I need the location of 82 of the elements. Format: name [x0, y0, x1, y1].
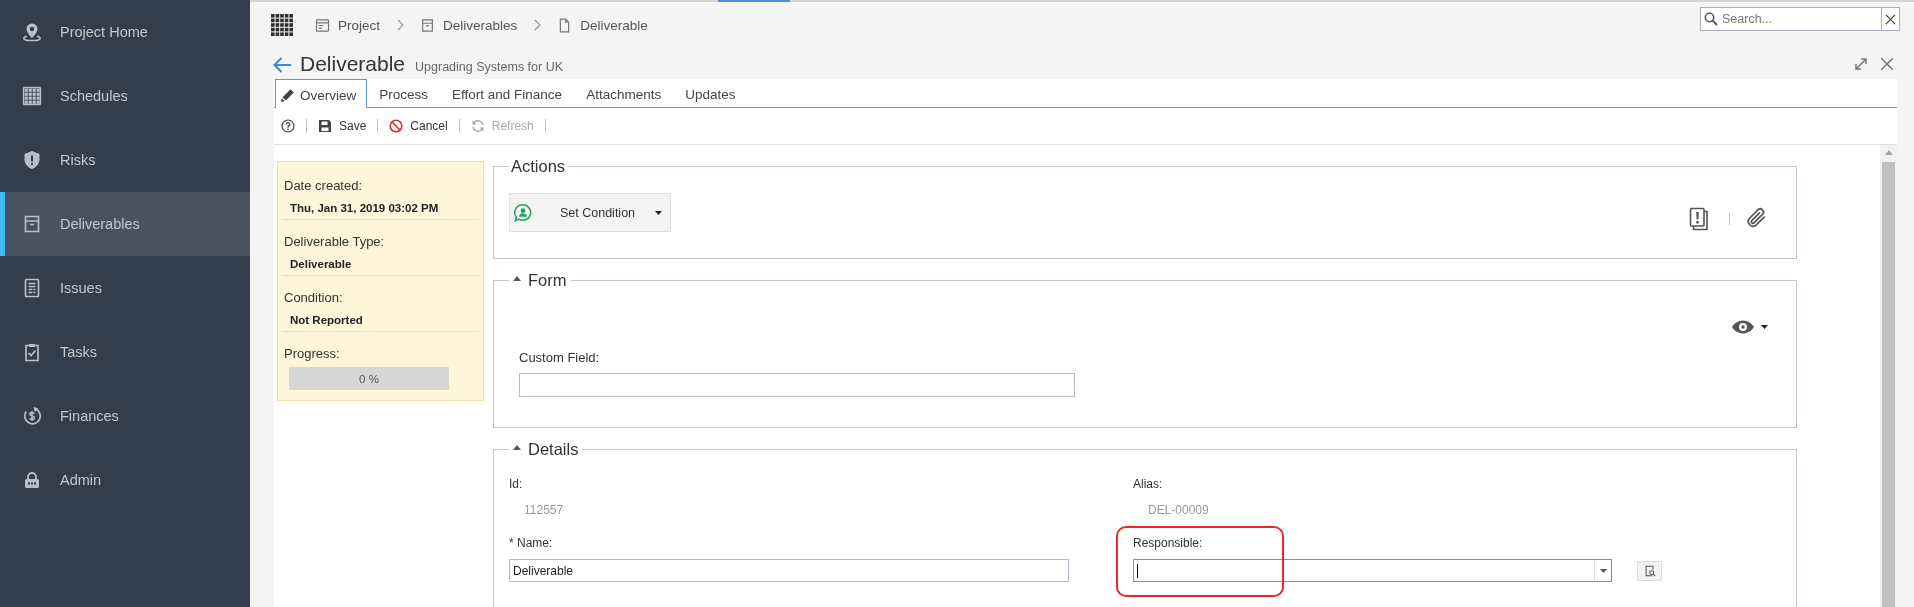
eye-icon[interactable] [1731, 320, 1755, 334]
loading-indicator [718, 0, 790, 2]
scrollbar[interactable] [1880, 145, 1897, 607]
paperclip-icon[interactable] [1745, 207, 1768, 230]
field-label: Alias: [1133, 476, 1163, 492]
breadcrumb-link[interactable]: Deliverable [557, 17, 648, 33]
refresh-icon [470, 119, 485, 133]
app-grid-icon[interactable] [271, 14, 293, 36]
field-value: DEL-00009 [1148, 502, 1209, 518]
section-toggle[interactable]: Form [511, 270, 569, 290]
chevron-icon [396, 19, 405, 31]
lookup-button[interactable] [1637, 560, 1662, 581]
window-lines-icon [315, 17, 330, 33]
section-toggle[interactable]: Details [511, 439, 581, 459]
chat-person-icon [513, 202, 533, 223]
caret-icon[interactable] [1761, 325, 1768, 329]
clear-search-button[interactable] [1882, 7, 1900, 31]
cancel-icon [389, 119, 404, 133]
padlock-icon [22, 470, 42, 490]
toolbar-button[interactable]: Cancel [389, 119, 448, 133]
field-value: Deliverable [290, 257, 352, 272]
chevron-icon [533, 19, 542, 31]
page-title: Deliverable [300, 51, 406, 76]
caret-icon[interactable] [1599, 568, 1607, 573]
field-label: * Name: [509, 535, 553, 551]
close-icon [1885, 13, 1896, 25]
help-button[interactable] [281, 119, 295, 133]
sidebar-item[interactable]: Project Home [0, 0, 250, 64]
breadcrumb-link[interactable]: Project [315, 17, 381, 33]
tab[interactable]: Overview [275, 79, 368, 108]
field-label: Responsible: [1133, 535, 1203, 551]
text-cursor [1137, 563, 1138, 578]
sidebar-item[interactable]: Deliverables [0, 192, 250, 256]
section-title: Actions [511, 157, 566, 175]
archive-box-icon [22, 214, 42, 234]
field-label: Condition: [284, 289, 343, 307]
sidebar-item[interactable]: Issues [0, 256, 250, 320]
caret-icon [655, 210, 662, 215]
dollar-cycle-icon [22, 406, 42, 426]
sidebar-item[interactable]: Finances [0, 384, 250, 448]
sidebar-item[interactable]: Schedules [0, 64, 250, 128]
toolbar-button[interactable]: Save [318, 119, 367, 133]
calendar-grid-icon [22, 86, 42, 106]
progress-reading: 0 % [359, 372, 379, 385]
page-subtitle: Upgrading Systems for UK [415, 60, 564, 74]
field-label: Progress: [284, 345, 340, 363]
archive-box-icon [420, 17, 436, 33]
sidebar-item[interactable]: Admin [0, 448, 250, 512]
field-label: Date created: [284, 177, 363, 195]
clipboard-check-icon [22, 342, 42, 362]
text-input[interactable]: Deliverable [509, 559, 1069, 582]
help-icon [281, 119, 295, 133]
set-condition-button[interactable]: Set Condition [509, 193, 671, 232]
search-field[interactable]: Search... [1700, 7, 1882, 31]
pencil-icon [280, 87, 295, 103]
alert-document-icon[interactable] [1689, 206, 1709, 231]
lookup-icon [1643, 564, 1656, 577]
tab[interactable]: Effort and Finance [440, 80, 575, 108]
text-input[interactable] [519, 373, 1075, 397]
shield-icon [22, 150, 42, 170]
field-label: Custom Field: [519, 349, 600, 367]
back-arrow-icon[interactable] [272, 56, 292, 74]
save-icon [318, 119, 332, 133]
dropdown-field[interactable] [1133, 559, 1612, 582]
field-value: Not Reported [290, 313, 363, 328]
sidebar-item[interactable]: Risks [0, 128, 250, 192]
field-label: Id: [509, 476, 523, 492]
field-label: Deliverable Type: [284, 233, 385, 251]
search-icon [1704, 12, 1718, 26]
scrollbar-thumb[interactable] [1882, 162, 1895, 607]
document-list-icon [22, 278, 42, 298]
tab[interactable]: Process [367, 80, 441, 108]
field-value: 112557 [524, 502, 564, 518]
expand-icon[interactable] [1854, 56, 1868, 71]
close-icon[interactable] [1880, 56, 1894, 71]
tab[interactable]: Attachments [574, 80, 674, 108]
breadcrumb-link[interactable]: Deliverables [420, 17, 518, 33]
map-pin-icon [22, 22, 42, 42]
sidebar-item[interactable]: Tasks [0, 320, 250, 384]
scroll-up-icon[interactable] [1884, 150, 1893, 155]
tab[interactable]: Updates [673, 80, 748, 108]
field-value: Thu, Jan 31, 2019 03:02 PM [290, 201, 439, 216]
